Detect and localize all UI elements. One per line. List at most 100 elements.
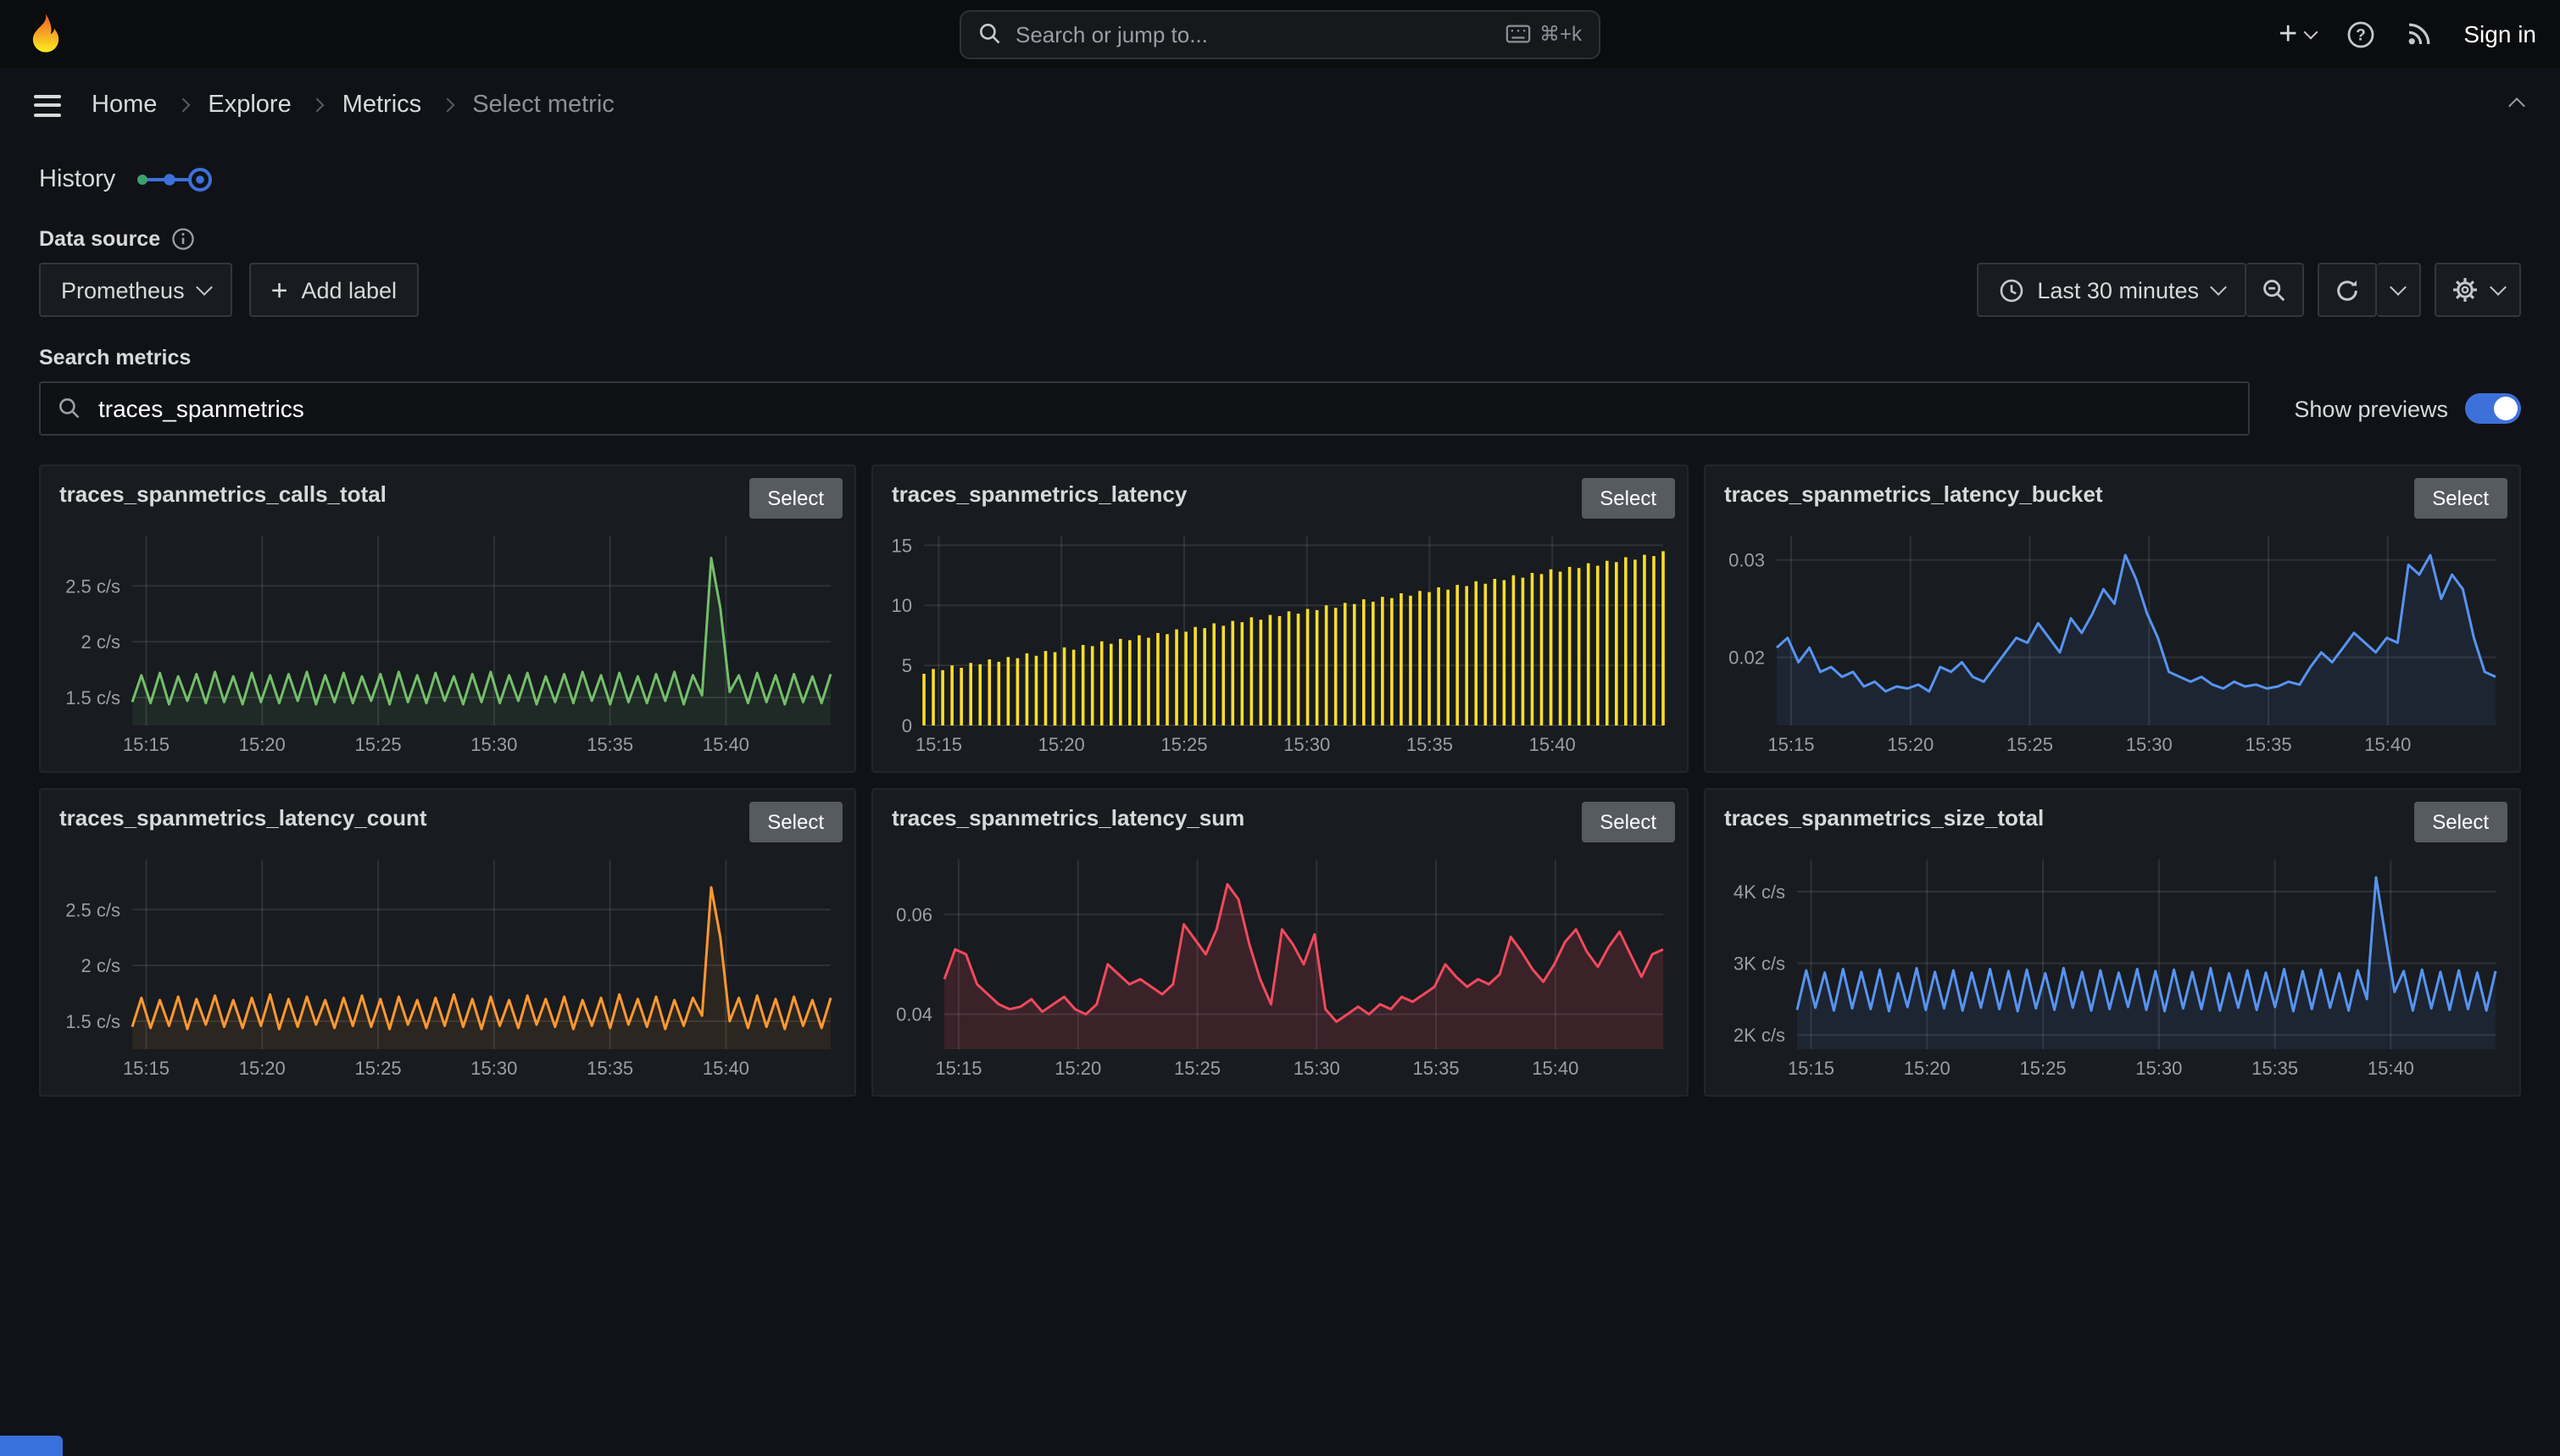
metric-preview-chart: 0.060.0415:1515:2015:2515:3015:3515:40 [877,846,1677,1083]
svg-text:15:40: 15:40 [2368,1058,2414,1079]
svg-text:15:15: 15:15 [123,1058,170,1079]
svg-text:15: 15 [892,535,912,556]
svg-text:15:25: 15:25 [355,734,402,755]
datasource-picker[interactable]: Prometheus [39,263,232,317]
refresh-icon [2335,277,2360,303]
time-range-value: Last 30 minutes [2037,277,2199,303]
explore-metrics-content: History Data source Prometheus [0,164,2560,1097]
svg-text:15:15: 15:15 [915,734,962,755]
breadcrumb-explore[interactable]: Explore [208,92,291,119]
metric-panel-size-total: traces_spanmetrics_size_total Select 4K … [1704,788,2521,1097]
svg-text:15:35: 15:35 [1406,734,1453,755]
search-metrics-label: Search metrics [39,346,2521,370]
svg-text:15:30: 15:30 [2126,734,2173,755]
plus-icon: + [2279,18,2297,50]
panel-title: traces_spanmetrics_latency [892,478,1187,512]
grafana-logo-icon[interactable] [24,12,68,56]
zoom-out-icon [2262,277,2287,303]
svg-text:0.03: 0.03 [1728,550,1765,571]
info-icon[interactable] [170,227,194,251]
svg-text:?: ? [2357,25,2367,43]
refresh-interval-dropdown[interactable] [2377,263,2421,317]
search-row: Show previews [39,381,2521,436]
svg-text:15:40: 15:40 [1529,734,1576,755]
chevron-down-icon [2390,279,2407,296]
chevron-right-icon [440,98,454,113]
add-label-button[interactable]: + Add label [249,263,419,317]
refresh-button[interactable] [2318,263,2377,317]
top-navbar: Search or jump to... ⌘+k + ? [0,0,2560,68]
news-rss-icon[interactable] [2406,20,2433,47]
select-metric-button[interactable]: Select [749,802,843,842]
svg-text:2K c/s: 2K c/s [1734,1025,1785,1046]
svg-text:3K c/s: 3K c/s [1734,953,1785,975]
select-metric-button[interactable]: Select [2413,802,2507,842]
metric-search-input[interactable] [95,393,2231,424]
svg-text:15:25: 15:25 [1174,1058,1221,1079]
svg-text:1.5 c/s: 1.5 c/s [65,1011,120,1032]
history-toggle[interactable]: History [39,164,2521,195]
svg-text:15:20: 15:20 [239,734,286,755]
svg-text:1.5 c/s: 1.5 c/s [65,687,120,709]
datasource-label-row: Data source [39,227,2521,251]
global-search-placeholder: Search or jump to... [1016,21,1208,47]
chevron-down-icon [196,279,213,296]
panel-title: traces_spanmetrics_calls_total [59,478,387,512]
svg-text:15:35: 15:35 [587,734,633,755]
svg-text:10: 10 [892,595,912,616]
svg-text:15:40: 15:40 [703,1058,749,1079]
svg-text:15:30: 15:30 [1294,1058,1340,1079]
chevron-right-icon [175,98,190,113]
select-metric-button[interactable]: Select [1581,802,1675,842]
time-range-picker[interactable]: Last 30 minutes [1976,263,2246,317]
panel-title: traces_spanmetrics_latency_count [59,802,427,836]
panel-title: traces_spanmetrics_size_total [1724,802,2044,836]
svg-text:2 c/s: 2 c/s [81,955,120,976]
metric-panel-calls-total: traces_spanmetrics_calls_total Select 2.… [39,464,856,773]
show-previews-toggle[interactable] [2465,393,2521,424]
metric-panel-latency-sum: traces_spanmetrics_latency_sum Select 0.… [871,788,1689,1097]
keyboard-icon [1505,24,1531,44]
metric-panels-grid: traces_spanmetrics_calls_total Select 2.… [39,464,2521,1097]
svg-text:15:15: 15:15 [1788,1058,1834,1079]
new-dropdown-button[interactable]: + [2279,18,2316,50]
datasource-picker-value: Prometheus [61,277,185,303]
history-label: History [39,166,115,193]
sign-in-link[interactable]: Sign in [2463,20,2536,47]
chevron-down-icon [2304,25,2318,39]
svg-text:15:35: 15:35 [2246,734,2292,755]
svg-text:5: 5 [902,655,912,676]
metric-preview-chart: 2.5 c/s2 c/s1.5 c/s15:1515:2015:2515:301… [44,522,844,759]
svg-text:4K c/s: 4K c/s [1734,881,1785,903]
svg-text:15:40: 15:40 [703,734,749,755]
svg-text:15:20: 15:20 [1038,734,1085,755]
breadcrumb-home[interactable]: Home [92,92,157,119]
select-metric-button[interactable]: Select [1581,478,1675,519]
metric-preview-chart: 4K c/s3K c/s2K c/s15:1515:2015:2515:3015… [1709,846,2509,1083]
svg-text:15:20: 15:20 [1887,734,1934,755]
metric-preview-chart: 15105015:1515:2015:2515:3015:3515:40 [877,522,1677,759]
toggle-knob [2494,397,2518,420]
time-zoom-out-button[interactable] [2246,263,2304,317]
global-search-button[interactable]: Search or jump to... ⌘+k [960,9,1600,58]
svg-text:15:20: 15:20 [239,1058,286,1079]
svg-text:15:20: 15:20 [1904,1058,1951,1079]
metric-panel-latency: traces_spanmetrics_latency Select 151050… [871,464,1689,773]
bottom-left-partial-element [0,1436,63,1456]
svg-text:15:30: 15:30 [2135,1058,2182,1079]
svg-text:2.5 c/s: 2.5 c/s [65,899,120,920]
svg-text:15:25: 15:25 [1160,734,1207,755]
select-metric-button[interactable]: Select [749,478,843,519]
help-icon[interactable]: ? [2346,19,2375,48]
svg-text:15:25: 15:25 [2006,734,2053,755]
svg-text:15:40: 15:40 [2364,734,2411,755]
menu-toggle-icon[interactable] [27,87,68,123]
svg-text:15:15: 15:15 [123,734,170,755]
refresh-group [2318,263,2421,317]
grafana-app: Search or jump to... ⌘+k + ? [0,0,2560,1456]
collapse-chevron-up-icon[interactable] [2501,80,2533,131]
select-metric-button[interactable]: Select [2413,478,2507,519]
settings-button[interactable] [2435,263,2521,317]
svg-text:2.5 c/s: 2.5 c/s [65,575,120,597]
breadcrumb-metrics[interactable]: Metrics [342,92,421,119]
